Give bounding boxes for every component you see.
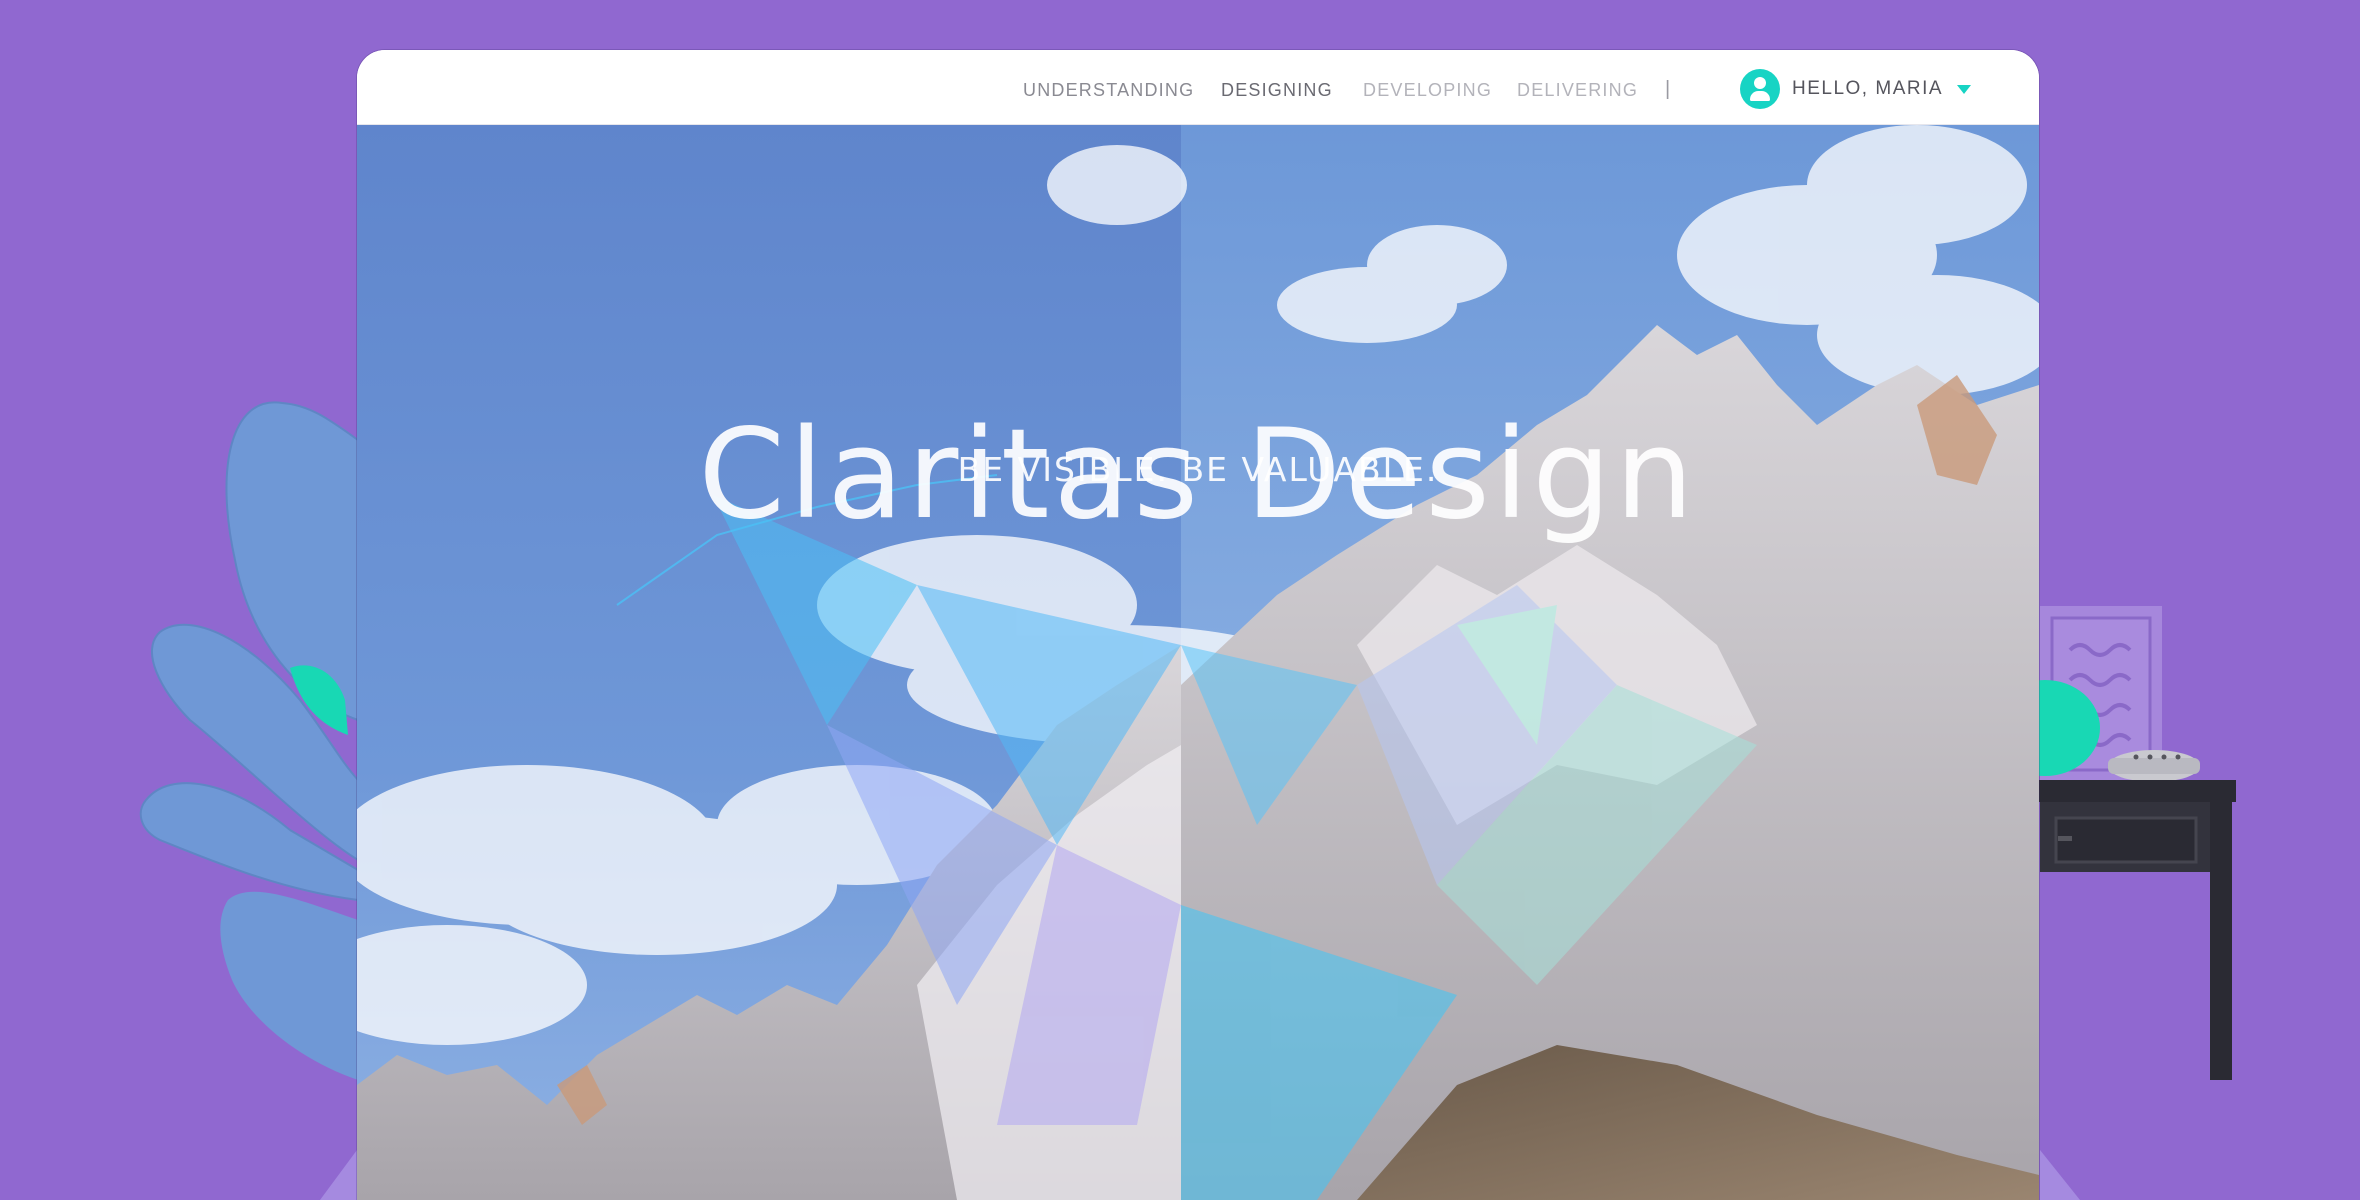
- user-greeting[interactable]: HELLO, MARIA: [1792, 78, 1943, 100]
- user-icon[interactable]: [1740, 69, 1780, 109]
- plant-illustration: [139, 401, 359, 1080]
- nav-item-understanding[interactable]: UNDERSTANDING: [1023, 80, 1194, 101]
- user-menu[interactable]: HELLO, MARIA: [1740, 69, 1972, 109]
- browser-window: UNDERSTANDING DESIGNING DEVELOPING DELIV…: [357, 50, 2039, 1200]
- side-table: [2030, 780, 2236, 1080]
- speaker-illustration: [2108, 750, 2200, 782]
- top-nav: UNDERSTANDING DESIGNING DEVELOPING DELIV…: [357, 50, 2039, 125]
- nav-item-delivering[interactable]: DELIVERING: [1517, 80, 1638, 101]
- hero-tagline: BE VISIBLE. BE VALUABLE.: [957, 450, 1439, 489]
- hero-banner: Claritas Design BE VISIBLE. BE VALUABLE.: [357, 125, 2039, 1200]
- caret-down-icon[interactable]: [1957, 84, 1972, 94]
- nav-item-designing[interactable]: DESIGNING: [1221, 80, 1333, 101]
- nav-divider: |: [1665, 78, 1671, 100]
- hero-image: [357, 125, 2039, 1200]
- nav-item-developing[interactable]: DEVELOPING: [1363, 80, 1492, 101]
- page: UNDERSTANDING DESIGNING DEVELOPING DELIV…: [0, 0, 2360, 1200]
